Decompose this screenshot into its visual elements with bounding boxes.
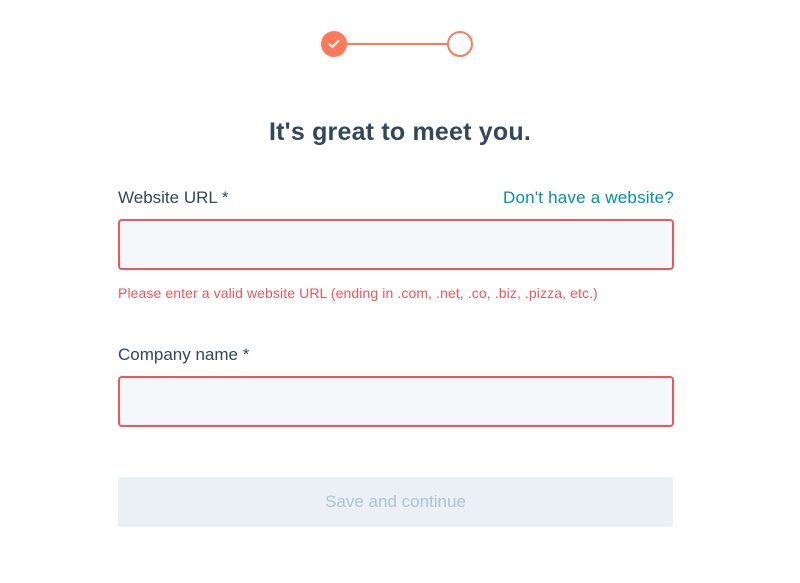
step-2-current	[447, 31, 473, 57]
save-and-continue-button[interactable]: Save and continue	[118, 477, 673, 527]
company-name-label: Company name *	[118, 345, 250, 364]
signup-page: It's great to meet you. Website URL * Do…	[0, 0, 800, 583]
checkmark-icon	[328, 39, 340, 48]
no-website-link[interactable]: Don't have a website?	[503, 188, 674, 208]
step-1-complete	[321, 31, 347, 57]
company-name-input[interactable]	[118, 376, 674, 427]
website-url-error: Please enter a valid website URL (ending…	[118, 285, 598, 301]
website-label-row: Website URL * Don't have a website?	[118, 188, 674, 208]
website-url-input[interactable]	[118, 219, 674, 270]
page-title: It's great to meet you.	[269, 118, 531, 146]
step-connector	[346, 43, 448, 45]
website-url-label: Website URL *	[118, 188, 229, 207]
company-label-row: Company name *	[118, 345, 674, 365]
progress-stepper	[321, 31, 473, 57]
